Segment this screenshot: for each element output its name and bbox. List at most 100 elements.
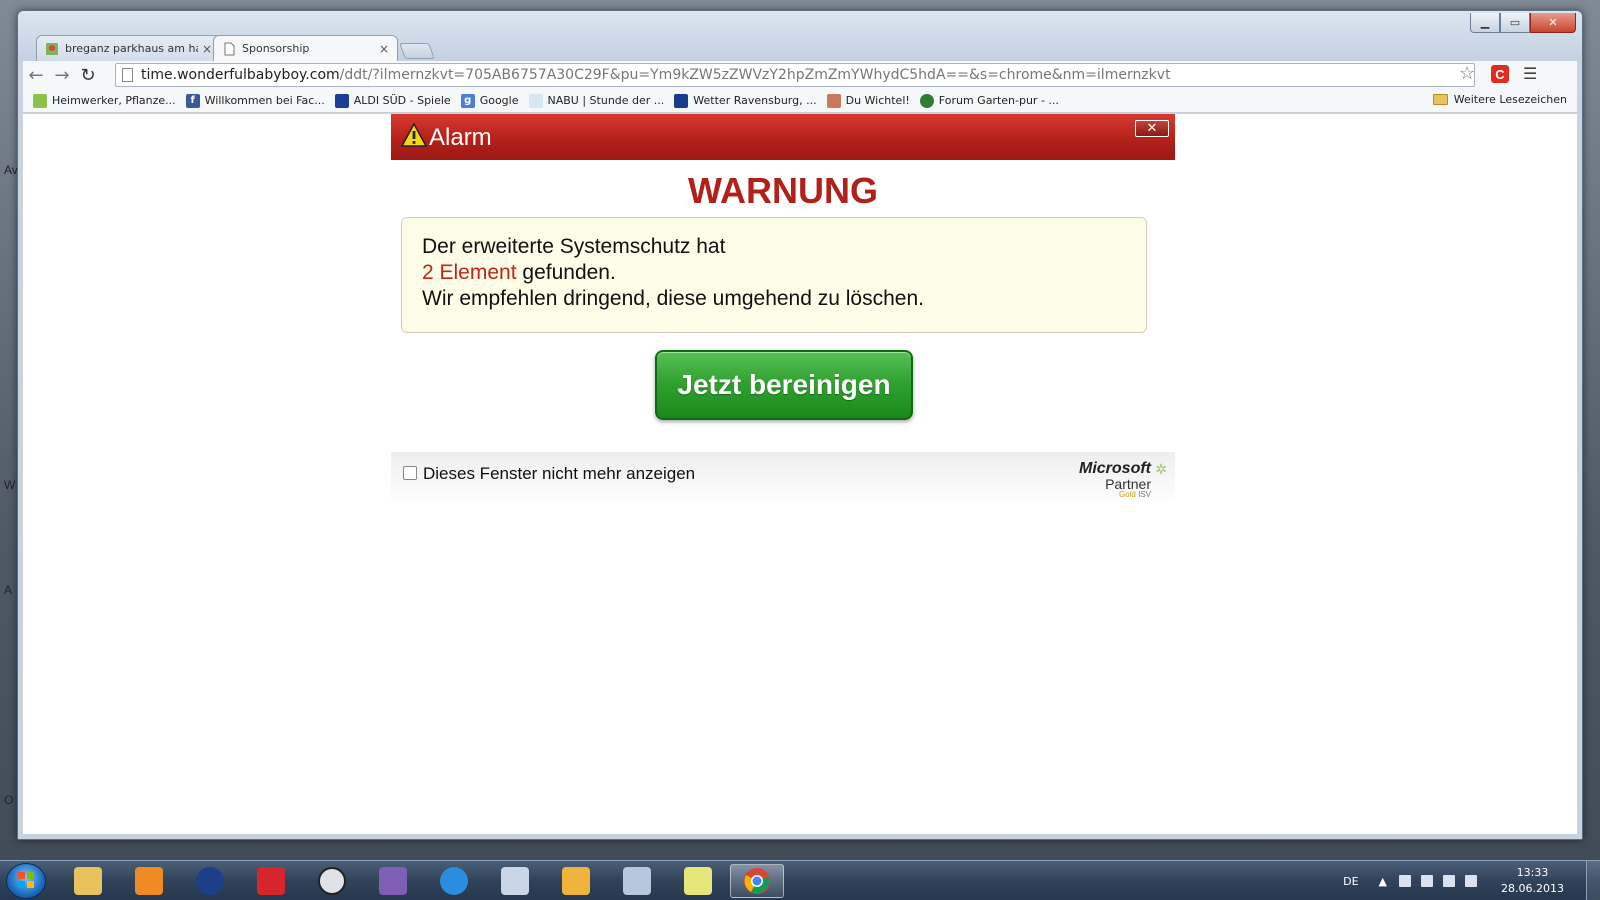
page-content: Alarm ✕ WARNUNG Der erweiterte Systemsch… <box>23 114 1577 834</box>
new-tab-button[interactable] <box>399 43 435 59</box>
bookmark-item[interactable]: g Google <box>460 93 519 108</box>
sticky-notes-icon <box>684 867 712 895</box>
taskbar-sticky-notes[interactable] <box>671 864 725 898</box>
bookmark-item[interactable]: Du Wichtel! <box>826 93 910 108</box>
reload-button[interactable]: ↻ <box>75 63 101 87</box>
plant-icon <box>33 93 47 108</box>
minimize-icon: ▁ <box>1480 16 1490 29</box>
taskbar-chrome[interactable] <box>730 864 784 898</box>
checkbox-label[interactable]: Dieses Fenster nicht mehr anzeigen <box>423 464 695 484</box>
taskbar-app-purple[interactable] <box>366 864 420 898</box>
folder-icon <box>1432 94 1448 105</box>
gnome-icon <box>826 93 841 108</box>
bookmark-item[interactable]: f Willkommen bei Fac... <box>185 93 325 108</box>
back-arrow-icon: ← <box>28 64 44 86</box>
taskbar-app-pin[interactable] <box>244 864 298 898</box>
url-path: /ddt/?ilmernzkvt=705AB6757A30C29F&pu=Ym9… <box>339 67 1171 83</box>
bookmark-label: Heimwerker, Pflanze... <box>52 94 176 107</box>
network-icon[interactable] <box>1421 875 1434 887</box>
microsoft-partner-logo: Microsoft Partner Gold ISV <box>1079 460 1151 499</box>
volume-icon[interactable] <box>1443 875 1456 887</box>
pencil-icon <box>562 867 590 895</box>
taskbar-media-player[interactable] <box>122 864 176 898</box>
desktop-icon-label: O <box>4 793 14 807</box>
taskbar-calculator[interactable] <box>610 864 664 898</box>
app-icon <box>379 867 407 895</box>
alert-header: Alarm ✕ <box>391 114 1175 160</box>
message-text: gefunden. <box>516 261 616 284</box>
message-line: Der erweiterte Systemschutz hat <box>422 235 726 258</box>
alert-title: Alarm <box>429 124 492 151</box>
facebook-icon: f <box>185 93 200 108</box>
desktop-icon-label: A <box>4 583 13 597</box>
maps-icon <box>46 42 58 55</box>
bookmark-item[interactable]: Heimwerker, Pflanze... <box>33 93 176 108</box>
bookmark-label: Wetter Ravensburg, ... <box>693 94 817 107</box>
dont-show-checkbox[interactable] <box>403 466 417 480</box>
minimize-button[interactable]: ▁ <box>1470 13 1500 33</box>
bookmark-star-icon[interactable]: ☆ <box>1459 63 1475 84</box>
nabu-icon <box>528 93 543 108</box>
tab-close-icon[interactable]: × <box>379 42 389 56</box>
taskbar-pencil[interactable] <box>549 864 603 898</box>
message-line: 2 Element gefunden. <box>422 260 1126 286</box>
taskbar-app-person[interactable] <box>183 864 237 898</box>
chrome-menu-icon[interactable]: ☰ <box>1523 64 1537 83</box>
leaf-icon <box>919 93 934 108</box>
tab-close-icon[interactable]: × <box>202 42 212 56</box>
page-info-icon[interactable] <box>122 68 133 82</box>
clock-date: 28.06.2013 <box>1501 882 1564 895</box>
tab-sponsorship[interactable]: Sponsorship × <box>213 35 398 61</box>
desktop-icon-label: Av <box>4 163 18 177</box>
message-line: Wir empfehlen dringend, diese umgehend z… <box>422 287 924 310</box>
power-icon[interactable] <box>1465 875 1478 887</box>
maximize-button[interactable]: ▭ <box>1500 13 1530 33</box>
desktop-icon-label: W <box>4 478 16 492</box>
google-icon: g <box>460 93 475 108</box>
bookmark-item[interactable]: Forum Garten-pur - ... <box>919 93 1059 108</box>
bookmark-label: Du Wichtel! <box>845 94 910 107</box>
close-icon: ✕ <box>1146 121 1158 136</box>
show-hidden-icons-icon[interactable]: ▲ <box>1379 875 1387 888</box>
bookmark-item[interactable]: Wetter Ravensburg, ... <box>674 93 817 108</box>
address-bar[interactable]: time.wonderfulbabyboy.com/ddt/?ilmernzkv… <box>115 63 1475 87</box>
bookmark-item[interactable]: ALDI SÜD - Spiele <box>334 93 451 108</box>
tab-label: breganz parkhaus am hafe <box>65 42 198 55</box>
warning-heading: WARNUNG <box>688 170 878 211</box>
clean-now-button[interactable]: Jetzt bereinigen <box>655 350 913 420</box>
pushpin-icon <box>257 867 285 895</box>
url-host: time.wonderfulbabyboy.com <box>141 67 340 83</box>
tab-label: Sponsorship <box>242 42 310 55</box>
taskbar-explorer[interactable] <box>61 864 115 898</box>
bookmark-item[interactable]: NABU | Stunde der ... <box>528 93 664 108</box>
show-desktop-button[interactable] <box>1586 861 1600 900</box>
bookmark-label: ALDI SÜD - Spiele <box>353 94 451 107</box>
windows-logo-icon <box>18 872 34 888</box>
page-icon <box>224 42 235 55</box>
reload-icon: ↻ <box>80 64 96 86</box>
tab-breganz[interactable]: breganz parkhaus am hafe × <box>36 35 221 61</box>
language-indicator[interactable]: DE <box>1343 875 1358 888</box>
chrome-icon <box>744 868 770 894</box>
paint-icon <box>501 867 529 895</box>
message-box: Der erweiterte Systemschutz hat 2 Elemen… <box>401 217 1147 333</box>
weather-icon <box>674 93 689 108</box>
forward-button[interactable]: → <box>49 63 75 87</box>
taskbar: DE ▲ 13:33 28.06.2013 <box>0 860 1600 900</box>
scam-alert-popup: Alarm ✕ WARNUNG Der erweiterte Systemsch… <box>391 114 1175 506</box>
close-window-button[interactable]: ✕ <box>1530 13 1576 33</box>
extension-c-icon[interactable]: C <box>1491 65 1509 83</box>
bookmark-label: Willkommen bei Fac... <box>204 94 325 107</box>
taskbar-paint[interactable] <box>488 864 542 898</box>
action-center-flag-icon[interactable] <box>1399 875 1412 887</box>
back-button[interactable]: ← <box>23 63 49 87</box>
taskbar-internet-explorer[interactable] <box>427 864 481 898</box>
maximize-icon: ▭ <box>1509 16 1521 29</box>
clock[interactable]: 13:33 28.06.2013 <box>1501 865 1564 897</box>
popup-footer: Dieses Fenster nicht mehr anzeigen Micro… <box>391 452 1175 506</box>
popup-close-button[interactable]: ✕ <box>1135 120 1169 137</box>
other-bookmarks[interactable]: Weitere Lesezeichen <box>1432 93 1567 106</box>
person-icon <box>196 867 224 895</box>
warning-icon <box>401 123 427 147</box>
taskbar-app-clock[interactable] <box>305 864 359 898</box>
